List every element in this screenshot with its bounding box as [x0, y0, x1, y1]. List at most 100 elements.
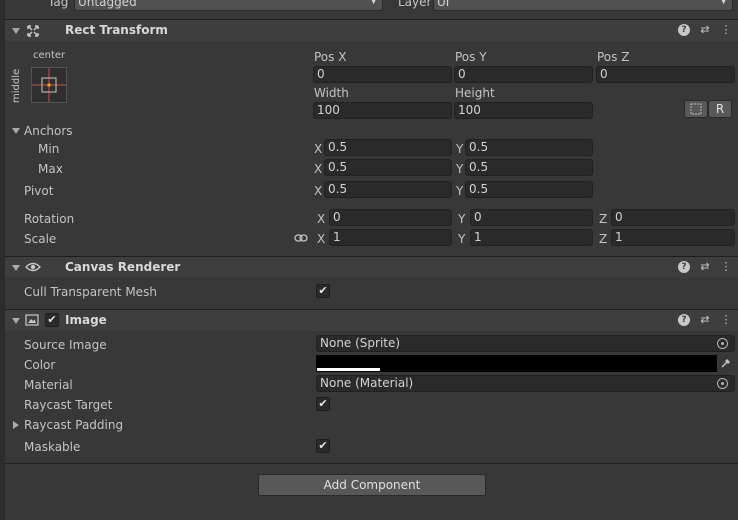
rect-transform-header[interactable]: Rect Transform ? ⇄ ⋮ — [5, 19, 738, 41]
layer-label: Layer — [398, 0, 432, 9]
material-label: Material — [24, 378, 73, 392]
link-icon[interactable] — [294, 233, 308, 243]
canvas-renderer-title: Canvas Renderer — [65, 260, 181, 274]
cull-transparent-mesh-label: Cull Transparent Mesh — [24, 285, 157, 299]
pos-z-field[interactable]: 0 — [596, 66, 735, 83]
more-icon[interactable]: ⋮ — [720, 314, 732, 326]
add-component-button[interactable]: Add Component — [258, 474, 486, 496]
axis-y-label: Y — [456, 162, 464, 176]
raycast-padding-label: Raycast Padding — [24, 418, 124, 432]
anchor-min-y-field[interactable]: 0.5 — [465, 139, 593, 156]
axis-y-label: Y — [456, 142, 464, 156]
tag-label: Tag — [48, 0, 69, 9]
scale-x-field[interactable]: 1 — [329, 229, 452, 246]
anchor-min-label: Min — [38, 142, 60, 156]
axis-y-label: Y — [456, 184, 464, 198]
source-image-label: Source Image — [24, 338, 107, 352]
help-icon[interactable]: ? — [678, 261, 690, 273]
pivot-x-field[interactable]: 0.5 — [324, 181, 452, 198]
axis-z-label: Z — [599, 232, 608, 246]
object-picker-icon[interactable] — [717, 338, 728, 349]
pos-z-label: Pos Z — [597, 50, 630, 64]
blueprint-mode-button[interactable] — [684, 100, 708, 118]
image-enabled-checkbox[interactable]: ✔ — [45, 313, 59, 327]
blueprint-icon — [690, 103, 702, 115]
eye-icon — [25, 262, 41, 272]
raycast-padding-foldout-icon[interactable] — [13, 421, 19, 429]
rect-transform-icon — [27, 25, 39, 37]
source-image-value: None (Sprite) — [320, 336, 401, 350]
anchor-max-x-field[interactable]: 0.5 — [324, 159, 452, 176]
preset-icon[interactable]: ⇄ — [699, 261, 711, 273]
anchor-h-label: center — [33, 50, 66, 61]
pivot-label: Pivot — [24, 184, 54, 198]
height-field[interactable]: 100 — [454, 102, 593, 119]
more-icon[interactable]: ⋮ — [720, 261, 732, 273]
anchor-max-label: Max — [38, 162, 63, 176]
anchor-v-label: middle — [11, 68, 22, 103]
layer-value: UI — [437, 0, 450, 9]
alpha-bar — [317, 368, 380, 371]
axis-x-label: X — [317, 212, 326, 226]
pos-y-label: Pos Y — [455, 50, 487, 64]
canvas-renderer-header[interactable]: Canvas Renderer ? ⇄ ⋮ — [5, 256, 738, 278]
anchor-preset-icon — [32, 68, 66, 102]
pivot-y-field[interactable]: 0.5 — [465, 181, 593, 198]
axis-y-label: Y — [458, 212, 466, 226]
scale-z-field[interactable]: 1 — [611, 229, 735, 246]
foldout-arrow-icon[interactable] — [12, 318, 20, 324]
anchor-min-x-field[interactable]: 0.5 — [324, 139, 452, 156]
material-field[interactable]: None (Material) — [316, 375, 735, 392]
image-header[interactable]: ✔ Image ? ⇄ ⋮ — [5, 309, 738, 331]
raycast-target-label: Raycast Target — [24, 398, 113, 412]
scale-label: Scale — [24, 232, 57, 246]
layer-dropdown[interactable]: UI ▼ — [433, 0, 733, 11]
width-field[interactable]: 100 — [313, 102, 452, 119]
axis-z-label: Z — [599, 212, 608, 226]
pos-y-field[interactable]: 0 — [454, 66, 593, 83]
rotation-x-field[interactable]: 0 — [329, 209, 452, 226]
preset-icon[interactable]: ⇄ — [699, 314, 711, 326]
axis-y-label: Y — [458, 232, 466, 246]
help-icon[interactable]: ? — [678, 24, 690, 36]
more-icon[interactable]: ⋮ — [720, 24, 732, 36]
tag-value: Untagged — [78, 0, 137, 9]
axis-x-label: X — [314, 142, 323, 156]
image-title: Image — [65, 313, 107, 327]
raw-edit-button[interactable]: R — [708, 100, 732, 118]
foldout-arrow-icon[interactable] — [12, 265, 20, 271]
maskable-label: Maskable — [24, 440, 81, 454]
pos-x-label: Pos X — [314, 50, 347, 64]
axis-x-label: X — [314, 162, 323, 176]
eyedropper-icon[interactable] — [720, 357, 732, 369]
foldout-arrow-icon[interactable] — [12, 28, 20, 34]
scale-y-field[interactable]: 1 — [470, 229, 593, 246]
color-swatch[interactable] — [316, 355, 717, 372]
anchor-preset-button[interactable] — [31, 67, 67, 103]
cull-transparent-mesh-checkbox[interactable]: ✔ — [316, 284, 330, 298]
material-value: None (Material) — [320, 376, 414, 390]
anchor-max-y-field[interactable]: 0.5 — [465, 159, 593, 176]
rotation-y-field[interactable]: 0 — [470, 209, 593, 226]
color-label: Color — [24, 358, 56, 372]
rotation-z-field[interactable]: 0 — [611, 209, 735, 226]
axis-x-label: X — [314, 184, 323, 198]
tag-dropdown[interactable]: Untagged ▼ — [74, 0, 383, 11]
axis-x-label: X — [317, 232, 326, 246]
separator — [5, 463, 738, 464]
pos-x-field[interactable]: 0 — [313, 66, 452, 83]
image-component-icon — [25, 314, 39, 326]
help-icon[interactable]: ? — [678, 314, 690, 326]
object-picker-icon[interactable] — [717, 378, 728, 389]
source-image-field[interactable]: None (Sprite) — [316, 335, 735, 352]
chevron-down-icon: ▼ — [720, 0, 727, 6]
anchors-label: Anchors — [24, 124, 73, 138]
chevron-down-icon: ▼ — [370, 0, 377, 6]
anchors-foldout-icon[interactable] — [12, 128, 20, 134]
height-label: Height — [455, 86, 495, 100]
width-label: Width — [314, 86, 349, 100]
raycast-target-checkbox[interactable]: ✔ — [316, 397, 330, 411]
rect-transform-title: Rect Transform — [65, 23, 168, 37]
maskable-checkbox[interactable]: ✔ — [316, 439, 330, 453]
preset-icon[interactable]: ⇄ — [699, 24, 711, 36]
